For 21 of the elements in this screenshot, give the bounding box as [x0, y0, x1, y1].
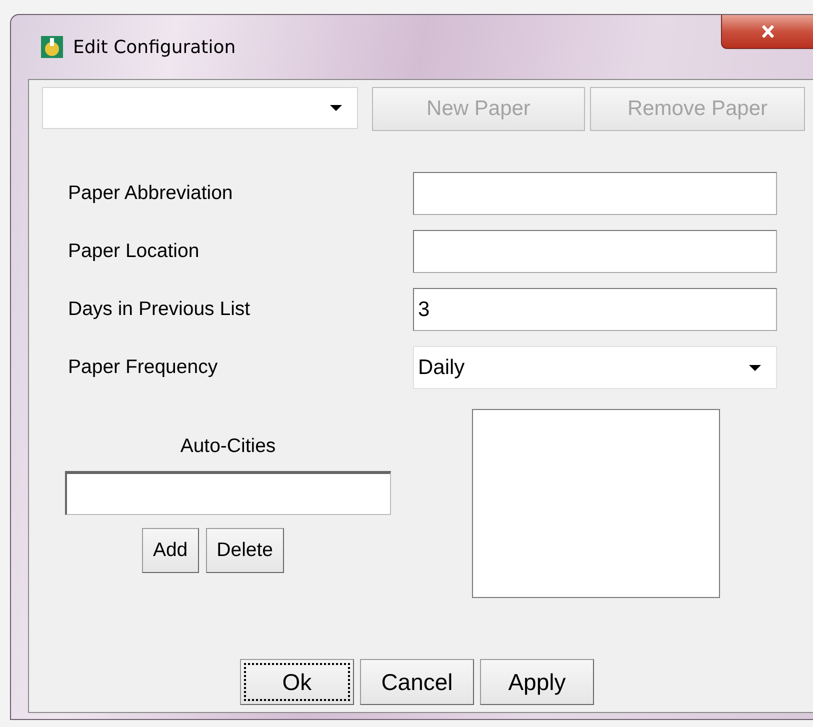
text-field[interactable]	[413, 230, 777, 273]
app-icon	[41, 36, 63, 58]
caret-icon	[748, 364, 762, 372]
text-field[interactable]: 3	[413, 288, 777, 331]
cancel-button[interactable]: Cancel	[360, 659, 474, 705]
field-label: Paper Frequency	[68, 356, 219, 379]
field-label: Paper Abbreviation	[68, 182, 234, 205]
ok-button[interactable]: Ok	[240, 659, 354, 705]
close-icon	[760, 25, 774, 38]
auto-cities-label: Auto-Cities	[180, 435, 276, 459]
window-title: Edit Configuration	[73, 36, 236, 58]
caret-icon	[329, 104, 343, 112]
field-label: Paper Location	[68, 240, 200, 263]
close-button[interactable]	[721, 15, 813, 49]
frequency-dropdown[interactable]: Daily	[413, 346, 777, 389]
field-label: Days in Previous List	[68, 298, 252, 321]
add-button[interactable]: Add	[142, 528, 199, 573]
text-field[interactable]	[413, 172, 777, 215]
delete-button[interactable]: Delete	[206, 528, 284, 573]
apply-button[interactable]: Apply	[480, 659, 594, 705]
city-input-field[interactable]	[65, 471, 391, 515]
